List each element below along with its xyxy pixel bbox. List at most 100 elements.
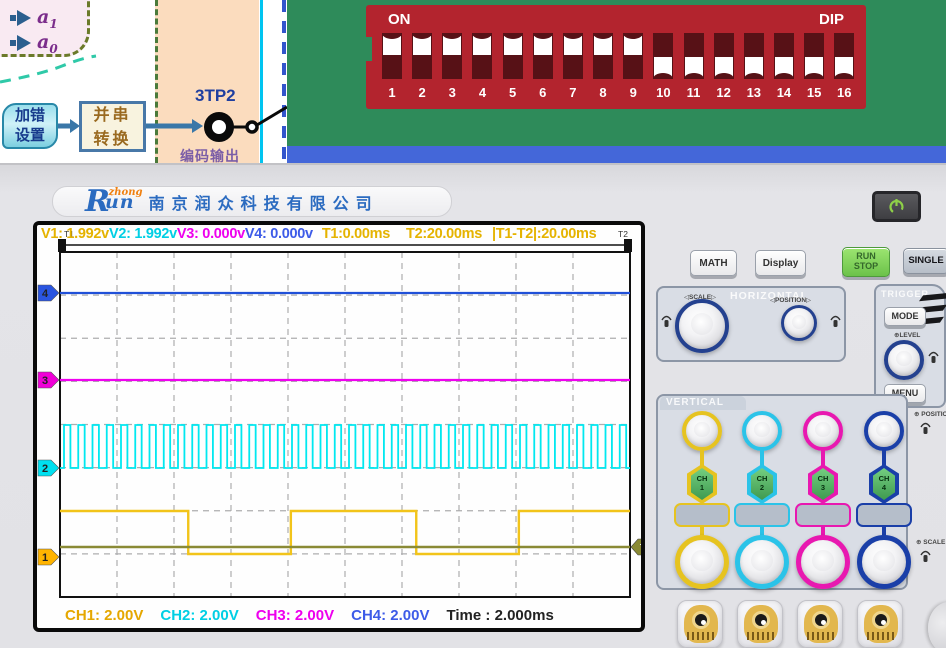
dip-switch-4[interactable]: [472, 33, 492, 79]
svg-text:1: 1: [42, 552, 48, 564]
company-name: 南京润众科技有限公司: [149, 190, 379, 214]
push-knob-icon: [920, 421, 931, 436]
dip-switch-1[interactable]: [382, 33, 402, 79]
dip-switch-16[interactable]: [834, 33, 854, 79]
trigger-mode-button[interactable]: MODE: [884, 307, 926, 326]
ch1-position-knob[interactable]: [682, 411, 722, 451]
dip-switch-number: 1: [382, 85, 402, 100]
test-point-3tp2-label[interactable]: 3TP2: [195, 86, 236, 106]
trigger-level-knob[interactable]: [884, 340, 924, 380]
svg-text:T: T: [640, 543, 641, 554]
add-error-settings-label: 加错设置: [15, 106, 45, 147]
push-knob-icon: [920, 549, 931, 564]
dip-switch-11[interactable]: [684, 33, 704, 79]
svg-text:3: 3: [42, 375, 48, 387]
bnc-teeth: [867, 632, 895, 640]
readout-segment: V2: 1.992v: [109, 226, 177, 242]
dip-switch-block: ON DIP 1 2 3 4 5: [366, 5, 866, 109]
vertical-position-label: ⊕ POSITION: [914, 410, 946, 418]
readout-segment: Time : 2.000ms: [447, 607, 554, 624]
horizontal-position-knob[interactable]: [781, 305, 817, 341]
t2-cursor-flag: [624, 239, 632, 252]
ch1-enable-button[interactable]: CH1: [691, 468, 713, 500]
ch4-bnc-connector[interactable]: [857, 600, 903, 648]
ch3-enable-button[interactable]: CH3: [812, 468, 834, 500]
ch2-pad: [734, 503, 790, 527]
scope-screen: T1T2T4321 V1: 1.992vV2: 1.992vV3: 0.000v…: [33, 221, 645, 632]
dip-switch-3[interactable]: [442, 33, 462, 79]
dip-on-label: ON: [388, 11, 411, 28]
dip-switch-8[interactable]: [593, 33, 613, 79]
ch1-bnc-connector[interactable]: [677, 600, 723, 648]
ch1-pad: [674, 503, 730, 527]
dip-dip-label: DIP: [819, 11, 844, 28]
ch2-enable-button[interactable]: CH2: [751, 468, 773, 500]
dip-switch-7[interactable]: [563, 33, 583, 79]
svg-text:T2: T2: [618, 229, 628, 239]
readout-segment: T1:0.00ms: [322, 226, 390, 242]
dip-switch-number: 16: [834, 85, 854, 100]
ch1-scale-knob[interactable]: [675, 535, 729, 589]
bnc-center-pin: [761, 620, 766, 625]
ch3-scale-knob[interactable]: [796, 535, 850, 589]
ch2-position-knob[interactable]: [742, 411, 782, 451]
dip-switch-6[interactable]: [533, 33, 553, 79]
bnc-ring: [752, 611, 770, 629]
readout-segment: T2:20.00ms: [406, 226, 482, 242]
run-stop-button[interactable]: RUNSTOP: [842, 247, 890, 277]
dip-switch-number: 12: [714, 85, 734, 100]
readout-segment: CH3: 2.00V: [256, 607, 334, 624]
ch4-button-frame: CH4: [869, 464, 899, 504]
readout-segment: CH1: 2.00V: [65, 607, 143, 624]
dip-switch-14[interactable]: [774, 33, 794, 79]
dip-switch-12[interactable]: [714, 33, 734, 79]
display-button[interactable]: Display: [755, 250, 806, 276]
vertical-title: VERTICAL: [666, 397, 724, 408]
dip-switch-number: 6: [533, 85, 553, 100]
vertical-scale-label: ⊕ SCALE: [916, 538, 945, 546]
trigger-panel: TRIGGER MODE ⊕LEVEL MENU: [874, 284, 946, 408]
dip-switch-number: 13: [744, 85, 764, 100]
ch4-stem: [882, 450, 886, 466]
pcb-panel: ON DIP 1 2 3 4 5: [287, 0, 946, 146]
push-knob-icon: [661, 314, 672, 329]
ch4-enable-button[interactable]: CH4: [873, 468, 895, 500]
add-error-settings-button[interactable]: 加错设置: [2, 103, 58, 149]
ch2-bnc-connector[interactable]: [737, 600, 783, 648]
bnc-gold-body: [684, 605, 718, 643]
ch4-scale-knob[interactable]: [857, 535, 911, 589]
single-button[interactable]: SINGLE: [903, 248, 946, 274]
ch3-position-knob[interactable]: [803, 411, 843, 451]
dip-switch-15[interactable]: [804, 33, 824, 79]
readout-segment: V4: 0.000v: [245, 226, 313, 242]
dip-switch-10[interactable]: [653, 33, 673, 79]
horizontal-scale-knob[interactable]: [675, 299, 729, 353]
math-button[interactable]: MATH: [690, 250, 737, 276]
bnc-center-pin: [821, 620, 826, 625]
svg-text:2: 2: [42, 463, 48, 475]
dip-switch-13[interactable]: [744, 33, 764, 79]
oscilloscope-body: Run zhong 南京润众科技有限公司 T1T2T4321 V1: 1.992…: [0, 163, 946, 648]
dip-switch-number: 9: [623, 85, 643, 100]
dip-switch-number: 2: [412, 85, 432, 100]
bnc-ring: [872, 611, 890, 629]
dip-switch-number: 15: [804, 85, 824, 100]
ch3-stem: [821, 450, 825, 466]
ch3-bnc-connector[interactable]: [797, 600, 843, 648]
ch1-stem: [700, 450, 704, 466]
measurement-readout: V1: 1.992vV2: 1.992vV3: 0.000vV4: 0.000v…: [41, 226, 596, 242]
converter-label: 并串转换: [93, 103, 131, 149]
readout-segment: V3: 0.000v: [177, 226, 245, 242]
dip-switch-9[interactable]: [623, 33, 643, 79]
ch4-position-knob[interactable]: [864, 411, 904, 451]
dip-switch-2[interactable]: [412, 33, 432, 79]
dip-notch: [365, 37, 372, 61]
power-button[interactable]: [872, 191, 921, 222]
dip-switch-number: 5: [503, 85, 523, 100]
ch4-pad: [856, 503, 912, 527]
dip-switch-number: 3: [442, 85, 462, 100]
ch2-scale-knob[interactable]: [735, 535, 789, 589]
svg-text:4: 4: [42, 288, 49, 300]
ch2-button-frame: CH2: [747, 464, 777, 504]
dip-switch-5[interactable]: [503, 33, 523, 79]
